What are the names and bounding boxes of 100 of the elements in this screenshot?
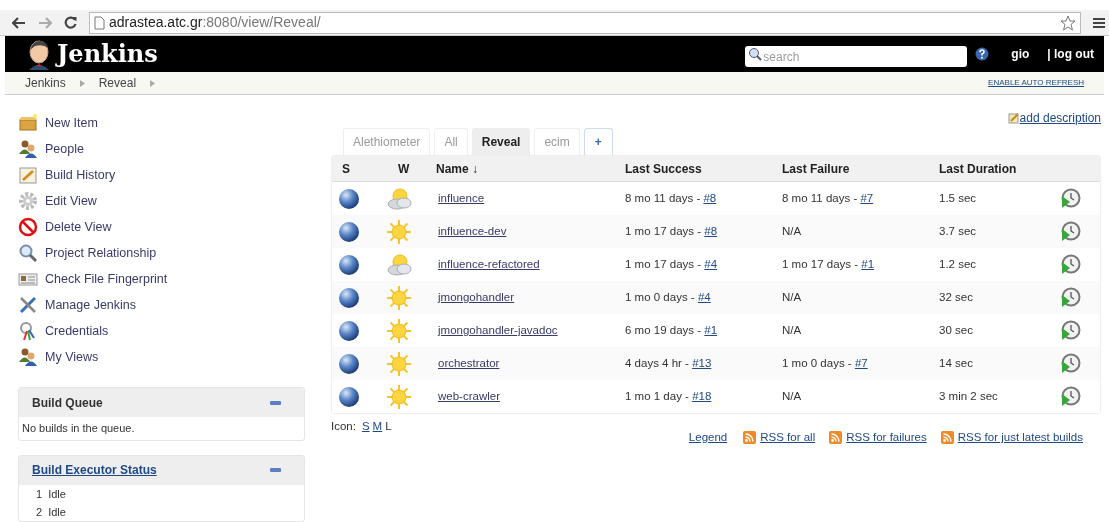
build-link[interactable]: #1 [704,323,718,336]
edit-note-icon [1007,112,1020,124]
last-success-text: 6 mo 19 days - [625,323,703,336]
schedule-build-icon[interactable] [1059,319,1081,342]
people-icon [18,139,38,160]
back-icon[interactable] [12,16,26,29]
sun-cloud-icon [386,185,414,212]
schedule-build-icon[interactable] [1059,385,1081,408]
build-link[interactable]: #13 [692,356,712,369]
icon-size-link[interactable]: L [385,418,392,436]
icon-size-link[interactable]: S [361,418,370,436]
sidebar-link[interactable]: Check File Fingerprint [45,269,168,289]
executor-state: Idle [48,486,66,502]
build-link[interactable]: #8 [704,224,718,237]
search-field[interactable]: search [745,46,968,67]
magnifier-icon [18,243,38,264]
build-link[interactable]: #7 [854,356,868,369]
duration-text: 3.7 sec [939,224,977,237]
breadcrumb-arrow-icon[interactable] [150,79,156,87]
job-link[interactable]: jmongohandler-javadoc [438,323,558,336]
sidebar-link[interactable]: Delete View [45,217,112,237]
job-link[interactable]: influence [438,191,485,204]
last-success-text: 1 mo 17 days - [625,224,703,237]
column-header[interactable]: Last Failure [782,159,939,178]
sun-icon [386,284,412,311]
tools-icon [18,295,38,316]
add-description-link[interactable]: add description [1019,109,1101,127]
duration-text: 3 min 2 sec [939,389,998,402]
rss-link[interactable]: RSS for all [760,429,816,447]
help-icon[interactable] [975,47,990,61]
job-link[interactable]: web-crawler [438,389,500,402]
menu-icon[interactable] [1093,16,1105,29]
column-header[interactable]: Last Duration [939,159,1059,178]
schedule-build-icon[interactable] [1059,286,1081,309]
notepad-icon [18,165,38,186]
breadcrumb-arrow-icon[interactable] [79,79,85,87]
icon-size-link[interactable]: M [372,418,383,436]
build-link[interactable]: #18 [692,389,712,402]
column-header[interactable]: S [332,159,383,178]
duration-text: 1.5 sec [939,191,977,204]
last-success-text: 8 mo 11 days - [625,191,702,204]
url-text: adrastea.atc.gr:8080/view/Reveal/ [109,13,321,32]
view-tab[interactable]: Reveal [471,128,531,155]
last-failure-text: N/A [782,323,802,336]
build-link[interactable]: #8 [703,191,717,204]
user-link[interactable]: gio [1011,45,1030,63]
jenkins-logo-text[interactable]: Jenkins [57,36,158,72]
collapse-icon[interactable] [270,400,281,405]
sidebar-link[interactable]: New Item [45,113,98,133]
status-ball-icon [338,352,360,375]
schedule-build-icon[interactable] [1059,220,1081,243]
status-ball-icon [338,286,360,309]
executor-number: 1 [36,486,43,502]
breadcrumb-link[interactable]: Reveal [98,74,137,92]
sun-icon [386,317,412,344]
icon-size-label: Icon: [331,419,356,434]
last-failure-text: 8 mo 11 days - [782,191,859,204]
last-success-text: 4 days 4 hr - [625,356,690,369]
duration-text: 1.2 sec [939,257,977,270]
package-icon [18,113,38,133]
sidebar-link[interactable]: Manage Jenkins [45,295,137,315]
job-link[interactable]: orchestrator [438,356,500,369]
job-link[interactable]: jmongohandler [438,290,515,303]
rss-link[interactable]: RSS for just latest builds [957,429,1083,447]
schedule-build-icon[interactable] [1059,253,1081,276]
sidebar-link[interactable]: My Views [45,348,99,367]
gear-icon [18,191,38,212]
sidebar-link[interactable]: Build History [45,165,116,185]
column-header[interactable]: Last Success [625,159,782,178]
schedule-build-icon[interactable] [1059,352,1081,375]
view-tab[interactable]: + [583,128,613,155]
build-link[interactable]: #4 [704,257,718,270]
sun-cloud-icon [386,251,414,278]
logout-link[interactable]: | log out [1047,45,1094,63]
last-failure-text: 1 mo 0 days - [782,356,853,369]
schedule-build-icon[interactable] [1059,187,1081,210]
legend-link[interactable]: Legend [688,429,728,447]
collapse-icon[interactable] [270,468,281,473]
job-link[interactable]: influence-refactored [438,257,540,270]
breadcrumb-link[interactable]: Jenkins [25,74,66,92]
build-link[interactable]: #1 [861,257,875,270]
last-success-text: 1 mo 0 days - [625,290,696,303]
sidebar-link[interactable]: People [45,139,84,159]
last-success-text: 1 mo 1 day - [625,389,690,402]
star-icon[interactable] [1060,14,1076,31]
reload-icon[interactable] [64,16,77,29]
column-header[interactable]: Name ↓ [430,159,625,178]
sidebar-link[interactable]: Project Relationship [45,243,157,263]
column-header[interactable]: W [383,159,430,178]
job-link[interactable]: influence-dev [438,224,507,237]
rss-icon [940,431,954,445]
build-link[interactable]: #7 [860,191,874,204]
keys-icon [18,321,38,342]
last-failure-text: N/A [782,224,802,237]
sidebar-link[interactable]: Credentials [45,322,109,341]
rss-link[interactable]: RSS for failures [846,429,927,447]
build-link[interactable]: #4 [697,290,711,303]
sidebar-link[interactable]: Edit View [45,191,97,211]
auto-refresh-link[interactable]: ENABLE AUTO REFRESH [988,77,1084,89]
address-bar[interactable]: adrastea.atc.gr:8080/view/Reveal/ [89,11,1081,34]
